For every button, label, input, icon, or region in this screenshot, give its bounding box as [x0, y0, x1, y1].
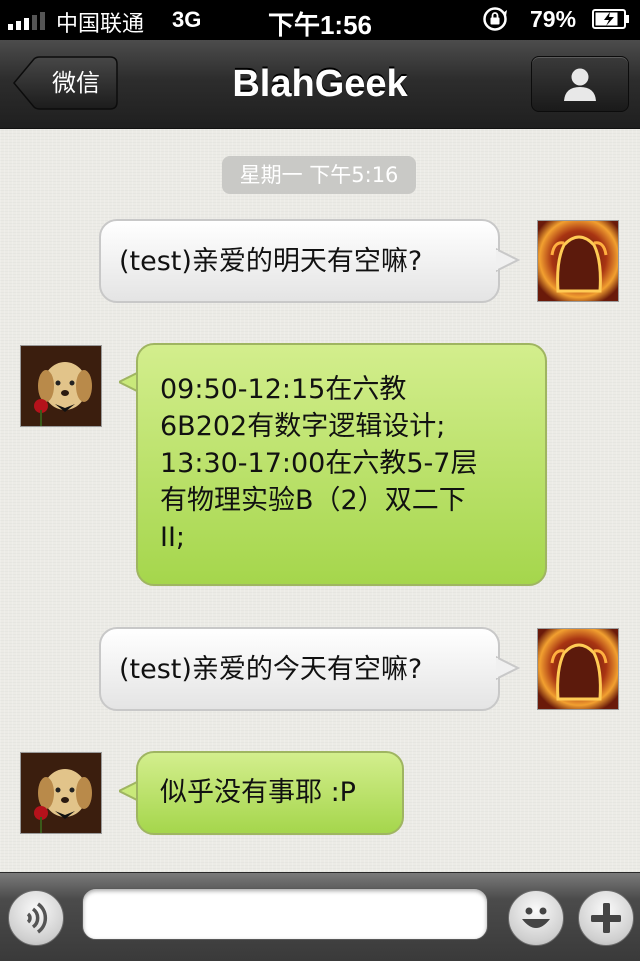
my-avatar[interactable] [537, 628, 619, 710]
person-icon [564, 68, 596, 101]
battery-percent: 79% [530, 6, 577, 32]
bubble-tail [496, 247, 520, 273]
more-button[interactable] [578, 890, 634, 946]
message-input[interactable] [82, 888, 488, 940]
message-text: 似乎没有事耶 :P [160, 777, 356, 808]
message-text-line: 13:30-17:00在六教5-7层 [160, 448, 478, 479]
contact-avatar[interactable] [20, 345, 102, 427]
chat-title: BlahGeek [232, 63, 408, 105]
outgoing-message-bubble[interactable]: (test)亲爱的明天有空嘛? [99, 219, 500, 303]
message-timestamp: 星期一 下午5:16 [222, 156, 416, 194]
incoming-message-bubble[interactable]: 似乎没有事耶 :P [136, 751, 404, 835]
navigation-bar: 微信 BlahGeek [0, 40, 640, 129]
my-avatar[interactable] [537, 220, 619, 302]
status-bar: 中国联通 3G 下午1:56 79% [0, 0, 640, 40]
battery-icon [592, 9, 629, 29]
bubble-tail [496, 655, 520, 681]
chat-area[interactable]: 星期一 下午5:16 (test)亲爱的明天有空嘛? 09:50-12:15在六… [0, 129, 640, 872]
input-bar [0, 872, 640, 961]
rotation-lock-icon [483, 7, 507, 31]
outgoing-message-bubble[interactable]: (test)亲爱的今天有空嘛? [99, 627, 500, 711]
back-button-label: 微信 [52, 69, 100, 97]
message-text-line: 有物理实验B（2）双二下 [160, 485, 466, 516]
contact-avatar[interactable] [20, 752, 102, 834]
message-text-line: 09:50-12:15在六教 [160, 374, 407, 405]
message-text: (test)亲爱的明天有空嘛? [119, 246, 423, 277]
emoji-button[interactable] [508, 890, 564, 946]
message-text-line: II; [160, 522, 186, 553]
plus-icon [591, 903, 621, 933]
profile-button[interactable] [531, 56, 629, 112]
message-text-line: 6B202有数字逻辑设计; [160, 411, 446, 442]
voice-input-button[interactable] [8, 890, 64, 946]
back-button[interactable]: 微信 [12, 56, 118, 110]
emoji-icon [522, 907, 550, 928]
voice-icon [26, 902, 48, 934]
incoming-message-bubble[interactable]: 09:50-12:15在六教 6B202有数字逻辑设计; 13:30-17:00… [136, 343, 547, 586]
message-text: (test)亲爱的今天有空嘛? [119, 654, 423, 685]
